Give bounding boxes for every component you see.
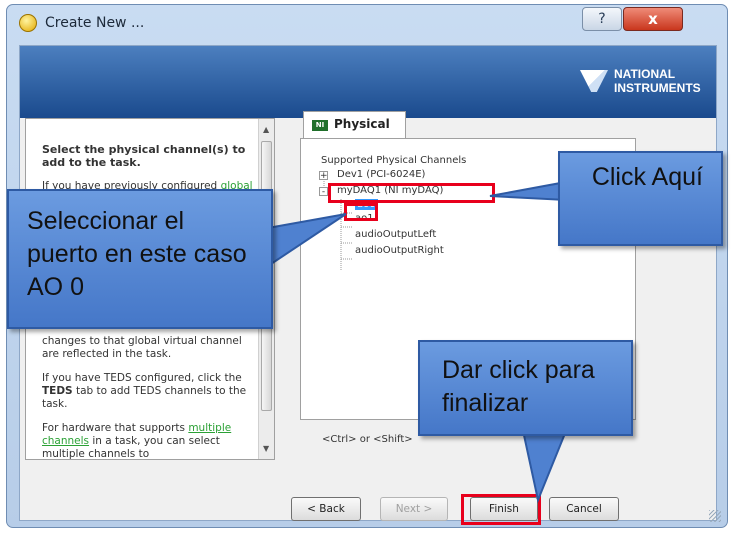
callout-click-here: Click Aquí	[558, 151, 723, 246]
callout-finish: Dar click para finalizar	[418, 340, 633, 436]
callout-select-port: Seleccionar el puerto en este caso AO 0	[7, 189, 273, 329]
